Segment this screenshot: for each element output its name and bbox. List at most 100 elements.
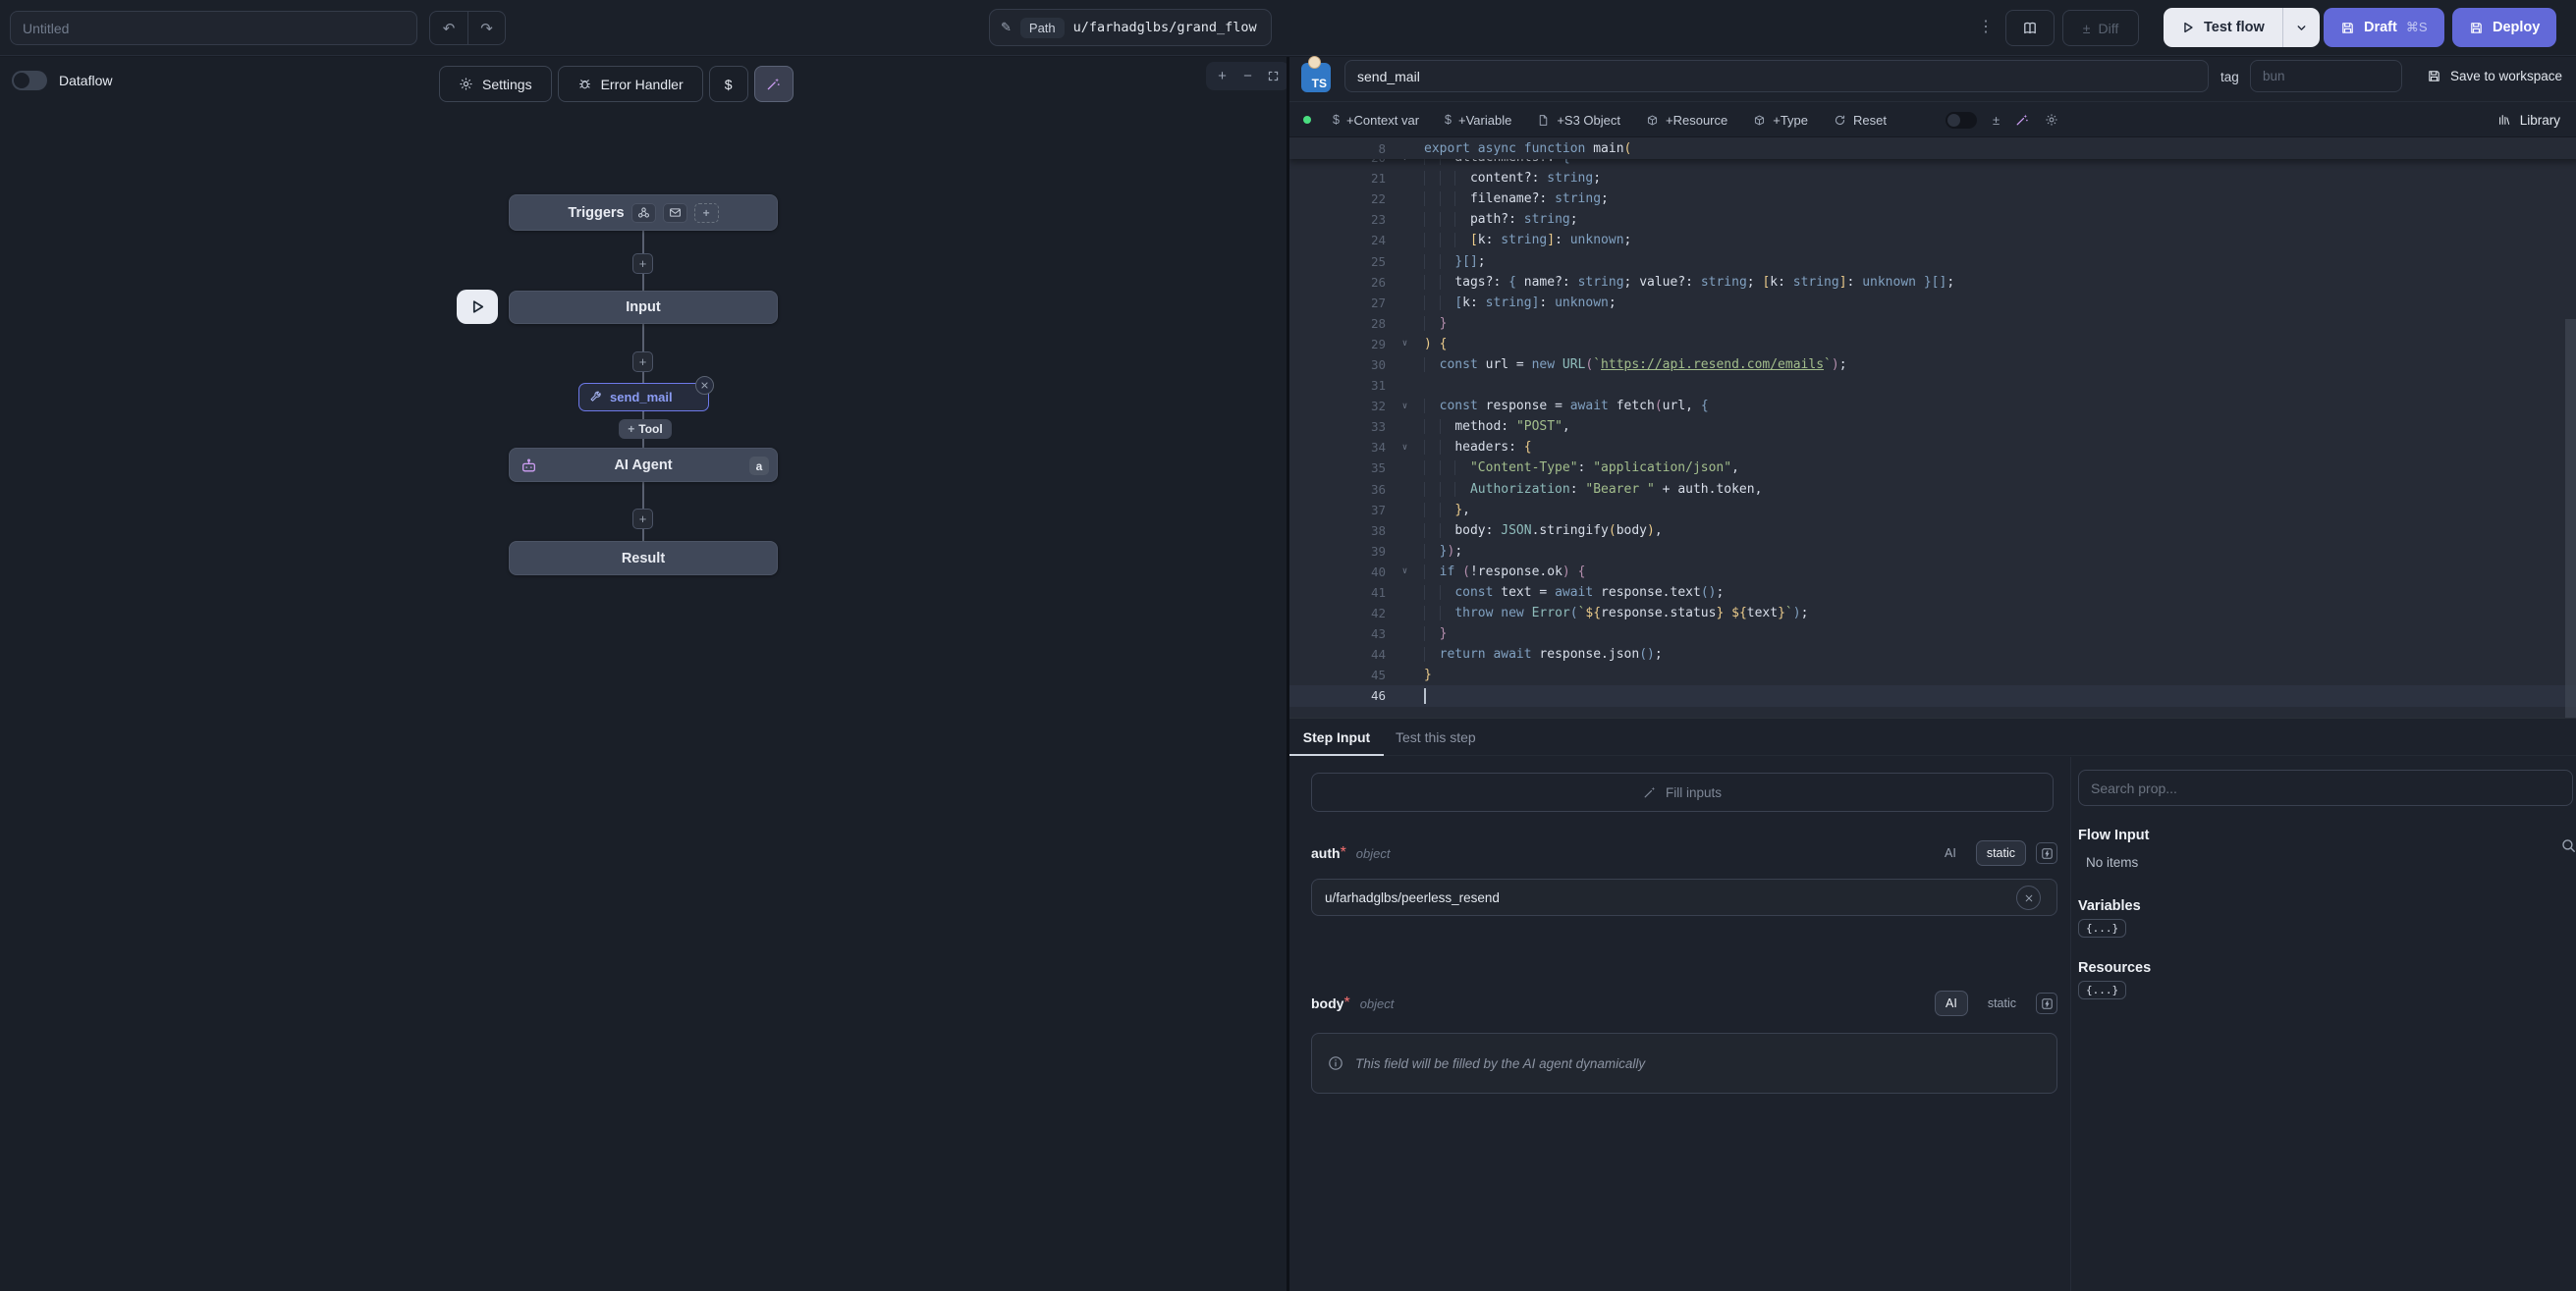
reset-code-button[interactable]: Reset [1834, 113, 1887, 128]
assistant-toggle[interactable] [1946, 112, 1977, 129]
docs-button[interactable] [2005, 10, 2055, 46]
code-line-21[interactable]: 21 content?: string; [1289, 168, 2576, 188]
add-type-button[interactable]: +Type [1753, 113, 1808, 128]
editor-settings-button[interactable] [2045, 113, 2058, 127]
currency-button[interactable]: $ [709, 66, 748, 102]
node-triggers[interactable]: Triggers + [509, 194, 778, 231]
webhook-trigger-chip[interactable] [631, 203, 656, 223]
fold-chevron-icon[interactable]: ∨ [1386, 566, 1424, 576]
node-ai-agent[interactable]: AI Agent a [509, 448, 778, 482]
ai-assistant-button[interactable] [754, 66, 794, 102]
test-flow-button[interactable]: Test flow [2164, 8, 2320, 47]
search-icon[interactable] [2560, 837, 2576, 854]
zoom-in-button[interactable]: + [1211, 65, 1233, 87]
dataflow-toggle[interactable] [12, 71, 47, 90]
resources-object-chip[interactable]: {...} [2078, 981, 2126, 999]
tag-input[interactable] [2250, 60, 2402, 92]
run-input-button[interactable] [457, 290, 498, 324]
body-static-mode-button[interactable]: static [1978, 992, 2026, 1015]
library-button[interactable]: Library [2497, 113, 2560, 128]
diff-button[interactable]: ± Diff [2062, 10, 2139, 46]
code-line-33[interactable]: 33 method: "POST", [1289, 416, 2576, 437]
body-expression-button[interactable] [2036, 993, 2057, 1014]
ai-wand-button[interactable] [2015, 113, 2029, 127]
code-line-32[interactable]: 32∨ const response = await fetch(url, { [1289, 396, 2576, 416]
fullscreen-button[interactable] [1262, 65, 1285, 87]
fold-chevron-icon[interactable]: ∨ [1386, 339, 1424, 349]
editor-scrollbar[interactable] [2565, 319, 2576, 718]
deploy-button[interactable]: Deploy [2452, 8, 2556, 47]
code-line-36[interactable]: 36 Authorization: "Bearer " + auth.token… [1289, 479, 2576, 500]
node-input[interactable]: Input [509, 291, 778, 324]
code-line-43[interactable]: 43 } [1289, 623, 2576, 644]
code-line-25[interactable]: 25 }[]; [1289, 250, 2576, 271]
auth-clear-button[interactable] [2016, 886, 2041, 910]
tab-step-input[interactable]: Step Input [1289, 719, 1384, 755]
code-line-40[interactable]: 40∨ if (!response.ok) { [1289, 562, 2576, 582]
fill-inputs-button[interactable]: Fill inputs [1311, 773, 2054, 812]
undo-button[interactable]: ↶ [430, 12, 467, 44]
line-number: 35 [1289, 460, 1386, 475]
code-line-29[interactable]: 29∨) { [1289, 334, 2576, 354]
code-line-39[interactable]: 39 }); [1289, 541, 2576, 562]
add-tool-button[interactable]: + Tool [619, 419, 672, 439]
code-line-24[interactable]: 24 [k: string]: unknown; [1289, 230, 2576, 250]
plus-minus-icon[interactable]: ± [1993, 113, 2000, 128]
add-s3-object-button[interactable]: +S3 Object [1537, 113, 1620, 128]
code-line-30[interactable]: 30 const url = new URL(`https://api.rese… [1289, 354, 2576, 375]
step-name-input[interactable] [1344, 60, 2209, 92]
variables-object-chip[interactable]: {...} [2078, 919, 2126, 938]
auth-ai-mode-button[interactable]: AI [1935, 841, 1966, 865]
line-number: 40 [1289, 565, 1386, 579]
add-context-var-button[interactable]: $ +Context var [1333, 113, 1419, 128]
more-menu-button[interactable]: ⋮ [1976, 17, 1996, 36]
auth-expression-button[interactable] [2036, 842, 2057, 864]
code-line-38[interactable]: 38 body: JSON.stringify(body), [1289, 520, 2576, 541]
insert-step-button-3[interactable]: + [632, 509, 653, 529]
redo-button[interactable]: ↷ [467, 12, 505, 44]
code-line-42[interactable]: 42 throw new Error(`${response.status} $… [1289, 603, 2576, 623]
code-line-22[interactable]: 22 filename?: string; [1289, 188, 2576, 209]
test-flow-dropdown[interactable] [2282, 8, 2320, 47]
code-line-27[interactable]: 27 [k: string]: unknown; [1289, 293, 2576, 313]
zoom-out-button[interactable]: − [1236, 65, 1259, 87]
tab-test-this-step[interactable]: Test this step [1384, 719, 1488, 755]
flow-summary-input[interactable] [10, 11, 417, 45]
fold-chevron-icon[interactable]: ∨ [1386, 402, 1424, 411]
code-line-45[interactable]: 45} [1289, 665, 2576, 685]
insert-step-button-1[interactable]: + [632, 253, 653, 274]
code-line-23[interactable]: 23 path?: string; [1289, 209, 2576, 230]
code-line-37[interactable]: 37 }, [1289, 500, 2576, 520]
fold-chevron-icon[interactable]: ∨ [1386, 443, 1424, 453]
add-variable-button[interactable]: $ +Variable [1445, 113, 1511, 128]
code-text: }); [1424, 544, 2576, 559]
search-prop-input[interactable] [2078, 770, 2573, 806]
test-flow-main[interactable]: Test flow [2164, 8, 2282, 47]
code-line-31[interactable]: 31 [1289, 375, 2576, 396]
flow-settings-button[interactable]: Settings [439, 66, 552, 102]
auth-value-input[interactable] [1311, 879, 2057, 916]
node-result[interactable]: Result [509, 541, 778, 575]
path-chip[interactable]: ✎ Path u/farhadglbs/grand_flow [989, 9, 1272, 46]
code-line-35[interactable]: 35 "Content-Type": "application/json", [1289, 457, 2576, 478]
add-trigger-chip[interactable]: + [694, 203, 719, 223]
node-send-mail[interactable]: send_mail [578, 383, 709, 411]
code-line-8[interactable]: 8export async function main( [1289, 137, 2576, 159]
code-editor[interactable]: 20∨ attachments?: {21 content?: string;2… [1289, 137, 2576, 718]
email-trigger-chip[interactable] [663, 203, 687, 223]
code-line-41[interactable]: 41 const text = await response.text(); [1289, 582, 2576, 603]
code-line-28[interactable]: 28 } [1289, 313, 2576, 334]
remove-tool-button[interactable] [695, 376, 714, 395]
save-to-workspace-button[interactable]: Save to workspace [2427, 69, 2562, 83]
insert-step-button-2[interactable]: + [632, 351, 653, 372]
package-icon [1646, 114, 1659, 127]
error-handler-button[interactable]: Error Handler [558, 66, 703, 102]
add-resource-button[interactable]: +Resource [1646, 113, 1727, 128]
save-draft-button[interactable]: Draft ⌘S [2324, 8, 2444, 47]
code-line-34[interactable]: 34∨ headers: { [1289, 437, 2576, 457]
code-line-46[interactable]: 46 [1289, 685, 2576, 706]
code-line-26[interactable]: 26 tags?: { name?: string; value?: strin… [1289, 272, 2576, 293]
auth-static-mode-button[interactable]: static [1976, 840, 2026, 866]
body-ai-mode-button[interactable]: AI [1935, 991, 1968, 1016]
code-line-44[interactable]: 44 return await response.json(); [1289, 644, 2576, 665]
